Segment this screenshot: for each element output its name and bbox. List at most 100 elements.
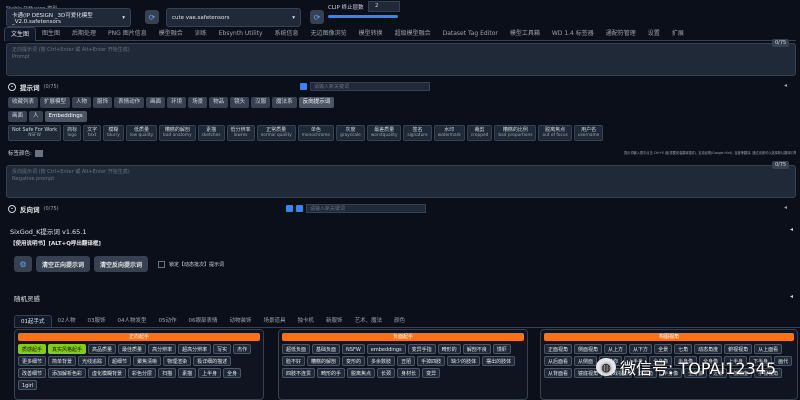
tag-button[interactable]: 糟糕的比例 bad proportions — [494, 125, 537, 141]
main-tab[interactable]: 文生图 — [4, 26, 37, 41]
inspiration-tag[interactable]: 1girl — [18, 380, 38, 390]
inspiration-tag[interactable]: 身材长 — [397, 368, 421, 378]
inspiration-tag[interactable]: 丑陋 — [397, 356, 416, 366]
inspiration-tag[interactable]: 物理渲染 — [163, 356, 192, 366]
main-tab[interactable]: 图生图 — [36, 27, 66, 41]
random-tab[interactable]: 独卡机 — [292, 315, 321, 327]
category-tab[interactable]: 魔法系 — [272, 97, 297, 108]
negative-prompt-textarea[interactable]: 反向提示词 (按 Ctrl+Enter 或 Alt+Enter 开始生成) Ne… — [6, 165, 796, 198]
main-tab[interactable]: 后期处理 — [66, 27, 102, 41]
inspiration-tag[interactable]: 光线追踪 — [78, 356, 107, 366]
clip-value-input[interactable]: 2 — [368, 1, 400, 12]
main-tab[interactable]: 训练 — [189, 27, 213, 41]
inspiration-tag[interactable]: 从上面看 — [754, 344, 783, 354]
random-tab[interactable]: 03服饰 — [82, 315, 112, 327]
inspiration-tag[interactable]: 正面视角 — [544, 344, 573, 354]
main-tab[interactable]: 设置 — [642, 27, 666, 41]
inspiration-tag[interactable]: 虚化模糊背景 — [88, 368, 127, 378]
main-tab[interactable]: 无边图像浏览 — [305, 27, 353, 41]
inspiration-tag[interactable]: 从下方 — [629, 344, 653, 354]
inspiration-tag[interactable]: 高品质量 — [88, 344, 117, 354]
tag-button[interactable]: 单色 monochrome — [297, 125, 335, 141]
sub-tab[interactable]: 画面 — [8, 111, 28, 122]
prompt-textarea[interactable]: 正向提示词 (按 Ctrl+Enter 或 Alt+Enter 开始生成) Pr… — [6, 43, 796, 76]
inspiration-tag[interactable]: 最佳质量 — [118, 344, 147, 354]
tag-button[interactable]: 商标 logo — [63, 125, 82, 141]
inspiration-tag[interactable]: 长颈 — [377, 368, 396, 378]
main-tab[interactable]: 模型融合 — [153, 27, 189, 41]
tag-button[interactable]: 脱离焦点 out of focus — [538, 125, 572, 141]
tag-button[interactable]: 正常质量 normal quality — [256, 125, 296, 141]
main-tab[interactable]: WD 1.4 标签器 — [546, 27, 600, 41]
gear-button[interactable]: ⚙ — [14, 256, 32, 272]
caret-down-icon[interactable]: ◂ — [784, 204, 787, 211]
category-tab[interactable]: 服饰 — [93, 97, 113, 108]
inspiration-tag[interactable]: 从后面看 — [544, 356, 573, 366]
insert-checkbox[interactable] — [300, 83, 307, 90]
main-tab[interactable]: 模型转换 — [353, 27, 389, 41]
tag-button[interactable]: 签名 signature — [403, 125, 432, 141]
random-tab[interactable]: 艺术、魔法 — [349, 315, 389, 327]
inspiration-tag[interactable]: 写实 — [213, 344, 232, 354]
inspiration-tag[interactable]: 杰作 — [233, 344, 252, 354]
inspiration-tag[interactable]: 俯视视角 — [724, 344, 753, 354]
inspiration-tag[interactable]: 真实风格起手 — [48, 344, 87, 354]
inspiration-tag[interactable]: 四肢不连贯 — [282, 368, 316, 378]
neg-insert-checkbox-2[interactable] — [296, 205, 303, 212]
inspiration-tag[interactable]: 变异 — [422, 368, 441, 378]
tag-button[interactable]: 用户名 username — [573, 125, 604, 141]
inspiration-tag[interactable]: 质感起手 — [18, 344, 47, 354]
category-tab[interactable]: 镜头 — [230, 97, 250, 108]
tag-button[interactable]: 文字 text — [83, 125, 102, 141]
inspiration-tag[interactable]: 馒虾 — [492, 344, 511, 354]
inspiration-tag[interactable]: 动态角度 — [694, 344, 723, 354]
main-tab[interactable]: PNG 图片信息 — [102, 27, 153, 41]
main-tab[interactable]: Dataset Tag Editor — [437, 27, 504, 41]
random-tab[interactable]: 04人物发型 — [112, 315, 153, 327]
tag-button[interactable]: 低质量 low quality — [125, 125, 158, 141]
inspiration-tag[interactable]: embeddings — [366, 344, 406, 354]
sixgod-collapse-icon[interactable]: ◂ — [790, 226, 793, 233]
inspiration-tag[interactable]: 解剖不良 — [462, 344, 491, 354]
inspiration-tag[interactable]: 侧面视角 — [574, 344, 603, 354]
random-tab[interactable]: 06眼部表情 — [183, 315, 224, 327]
vae-select[interactable]: cute vae.safetensors ▾ — [166, 8, 301, 27]
category-tab[interactable]: 人物 — [72, 97, 92, 108]
inspiration-tag[interactable]: 变异手指 — [407, 344, 436, 354]
inspiration-tag[interactable]: 手掉四肢 — [417, 356, 446, 366]
random-tab[interactable]: 05动作 — [153, 315, 183, 327]
sub-tab[interactable]: 人 — [29, 111, 43, 122]
category-tab[interactable]: 表情动作 — [114, 97, 145, 108]
inspiration-tag[interactable]: 缺少的肢体 — [447, 356, 481, 366]
inspiration-tag[interactable]: 脱离焦点 — [347, 368, 376, 378]
inspiration-tag[interactable]: 多余数肢 — [367, 356, 396, 366]
inspiration-tag[interactable]: NSFW — [342, 344, 365, 354]
tag-button[interactable]: 最差质量 worstquality — [366, 125, 402, 141]
insert-keyword-input[interactable]: 请输入新关键词 — [310, 82, 430, 91]
color-swatch[interactable] — [34, 149, 43, 157]
prompt-helper-header[interactable]: – 提示词 (0/75) — [8, 82, 59, 92]
main-tab[interactable]: 通配符管理 — [600, 27, 642, 41]
inspiration-tag[interactable]: 全景 — [654, 344, 673, 354]
inspiration-tag[interactable]: 全身 — [223, 368, 242, 378]
inspiration-tag[interactable]: 超细节 — [108, 356, 132, 366]
lock-checkbox[interactable] — [158, 260, 166, 268]
main-tab[interactable]: 超级模型融合 — [389, 27, 437, 41]
refresh-vae-button[interactable]: ⟳ — [310, 10, 324, 24]
tag-button[interactable]: 素描 sketches — [197, 125, 225, 141]
inspiration-tag[interactable]: 从背面看 — [544, 368, 573, 378]
inspiration-tag[interactable]: 高分辨率 — [148, 344, 177, 354]
random-tab[interactable]: 新服饰 — [320, 315, 349, 327]
tag-button[interactable]: 裁剪 cropped — [466, 125, 493, 141]
model-select[interactable]: 卡通(IP DESIGN _3D可爱化模型_V2.0.safetensors ▾ — [6, 8, 131, 27]
neg-insert-keyword-input[interactable]: 请输入新关键词 — [306, 204, 426, 213]
category-tab[interactable]: 反向提示词 — [298, 97, 335, 108]
clear-positive-button[interactable]: 清空正向提示词 — [36, 256, 91, 272]
category-tab[interactable]: 扩展模型 — [40, 97, 71, 108]
sub-tab[interactable]: Embeddings — [44, 111, 87, 122]
inspiration-tag[interactable]: 简单背景 — [48, 356, 77, 366]
neg-insert-checkbox[interactable] — [286, 205, 293, 212]
main-tab[interactable]: Ebsynth Utility — [213, 27, 269, 41]
main-tab[interactable]: 扩展 — [666, 27, 690, 41]
random-tab[interactable]: 01起手式 — [14, 315, 52, 327]
